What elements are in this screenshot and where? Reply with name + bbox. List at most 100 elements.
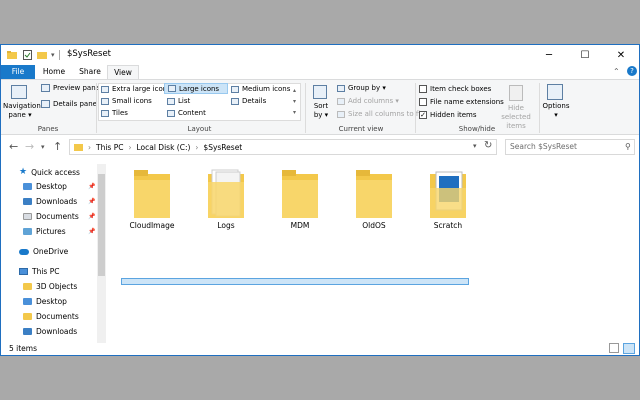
layout-extra-large-icons[interactable]: Extra large icons bbox=[101, 85, 171, 93]
hidden-items-checkbox[interactable]: ✓ bbox=[419, 111, 427, 119]
breadcrumb-local-disk[interactable]: Local Disk (C:) bbox=[136, 143, 190, 152]
preview-pane-button[interactable]: Preview pane bbox=[41, 84, 100, 92]
medium-icons-icon bbox=[231, 85, 239, 93]
folder-with-document-icon bbox=[430, 168, 466, 218]
add-columns-label: Add columns ▾ bbox=[348, 97, 399, 105]
folder-icon bbox=[282, 168, 318, 218]
layout-details[interactable]: Details bbox=[231, 97, 266, 105]
size-columns-label: Size all columns to fit bbox=[348, 110, 424, 118]
properties-icon[interactable] bbox=[23, 49, 33, 61]
sidebar-item-3d-objects[interactable]: 3D Objects bbox=[23, 282, 77, 291]
details-icon bbox=[231, 97, 239, 105]
extra-large-icons-icon bbox=[101, 85, 109, 93]
minimize-button[interactable]: ─ bbox=[531, 45, 567, 65]
pin-icon: 📌 bbox=[88, 198, 96, 205]
folder-name: MDM bbox=[290, 221, 310, 230]
sort-by-label: Sort bbox=[313, 102, 329, 110]
sidebar-item-documents[interactable]: Documents bbox=[23, 212, 79, 221]
sidebar-item-quick-access[interactable]: ★ Quick access bbox=[19, 167, 80, 177]
sidebar-item-onedrive[interactable]: OneDrive bbox=[19, 247, 68, 256]
layout-list[interactable]: List bbox=[167, 97, 190, 105]
maximize-button[interactable]: ☐ bbox=[567, 45, 603, 65]
file-name-extensions-toggle[interactable]: File name extensions bbox=[419, 98, 504, 106]
window-title: $SysReset bbox=[67, 49, 112, 59]
item-check-boxes-checkbox[interactable] bbox=[419, 85, 427, 93]
details-view-icon[interactable] bbox=[609, 343, 619, 353]
folder-name: OldOS bbox=[362, 221, 386, 230]
folder-name: Logs bbox=[217, 221, 235, 230]
file-name-extensions-checkbox[interactable] bbox=[419, 98, 427, 106]
navigation-pane: ★ Quick access Desktop 📌 Downloads 📌 Doc… bbox=[1, 164, 107, 343]
sidebar-item-label: 3D Objects bbox=[36, 282, 78, 291]
navigation-pane-label-2: pane ▾ bbox=[8, 111, 32, 119]
recent-locations-button[interactable]: ▾ bbox=[41, 143, 45, 151]
address-bar[interactable]: › This PC › Local Disk (C:) › $SysReset … bbox=[69, 139, 497, 155]
tab-view[interactable]: View bbox=[107, 65, 139, 79]
layout-scroll-arrows[interactable]: ▴ ▾ ▾ bbox=[293, 85, 296, 118]
item-check-boxes-toggle[interactable]: Item check boxes bbox=[419, 85, 491, 93]
folder-item-cloudimage[interactable]: CloudImage bbox=[120, 168, 184, 230]
search-input[interactable]: Search $SysReset bbox=[505, 139, 635, 155]
layout-tiles[interactable]: Tiles bbox=[101, 109, 128, 117]
scrollbar-thumb[interactable] bbox=[98, 174, 105, 276]
sidebar-item-desktop-pc[interactable]: Desktop bbox=[23, 297, 67, 306]
file-name-extensions-label: File name extensions bbox=[430, 98, 504, 106]
help-icon[interactable]: ? bbox=[627, 66, 637, 76]
navigation-pane-button[interactable]: Navigation pane ▾ bbox=[3, 102, 41, 120]
folder-item-logs[interactable]: Logs bbox=[194, 168, 258, 230]
options-button[interactable]: Options ▾ bbox=[541, 102, 571, 120]
large-icons-view-icon[interactable] bbox=[623, 343, 635, 354]
sidebar-item-desktop[interactable]: Desktop bbox=[23, 182, 67, 191]
collapse-ribbon-icon[interactable]: ⌃ bbox=[613, 67, 620, 76]
details-pane-icon bbox=[41, 100, 50, 108]
layout-medium-icons[interactable]: Medium icons bbox=[231, 85, 290, 93]
navigation-pane-label: Navigation bbox=[3, 102, 41, 110]
layout-small-icons[interactable]: Small icons bbox=[101, 97, 152, 105]
tab-share[interactable]: Share bbox=[73, 65, 107, 79]
sort-by-icon bbox=[313, 85, 327, 99]
address-dropdown-icon[interactable]: ▾ bbox=[473, 142, 477, 150]
breadcrumb-sysreset[interactable]: $SysReset bbox=[203, 143, 242, 152]
back-button[interactable]: ← bbox=[9, 140, 18, 153]
sidebar-item-this-pc[interactable]: This PC bbox=[19, 267, 59, 276]
add-columns-icon bbox=[337, 97, 345, 105]
sidebar-item-label: Pictures bbox=[36, 227, 66, 236]
hidden-items-toggle[interactable]: ✓ Hidden items bbox=[419, 111, 477, 119]
sidebar-item-documents-pc[interactable]: Documents bbox=[23, 312, 79, 321]
breadcrumb-this-pc[interactable]: This PC bbox=[96, 143, 123, 152]
preview-pane-icon bbox=[41, 84, 50, 92]
refresh-icon[interactable]: ↻ bbox=[484, 140, 492, 151]
details-pane-button[interactable]: Details pane bbox=[41, 100, 97, 108]
item-count: 5 items bbox=[9, 344, 38, 353]
content-icon bbox=[167, 109, 175, 117]
options-caret: ▾ bbox=[554, 111, 558, 119]
forward-button[interactable]: → bbox=[25, 140, 34, 153]
folder-icon bbox=[356, 168, 392, 218]
tab-file[interactable]: File bbox=[1, 65, 35, 79]
folder-item-oldos[interactable]: OldOS bbox=[342, 168, 406, 230]
layout-content[interactable]: Content bbox=[167, 109, 206, 117]
group-by-button[interactable]: Group by ▾ bbox=[337, 84, 386, 92]
sort-by-button[interactable]: Sort by ▾ bbox=[309, 102, 333, 120]
sidebar-scrollbar[interactable] bbox=[97, 164, 106, 343]
tab-home[interactable]: Home bbox=[37, 65, 71, 79]
selection-rectangle bbox=[121, 278, 469, 285]
new-folder-icon[interactable] bbox=[37, 49, 47, 61]
add-columns-button[interactable]: Add columns ▾ bbox=[337, 97, 399, 105]
close-button[interactable]: ✕ bbox=[603, 45, 639, 65]
customize-toolbar-icon[interactable]: ▾ bbox=[51, 49, 55, 61]
folder-name: CloudImage bbox=[129, 221, 175, 230]
folder-item-mdm[interactable]: MDM bbox=[268, 168, 332, 230]
preview-pane-label: Preview pane bbox=[53, 84, 100, 92]
folder-item-scratch[interactable]: Scratch bbox=[416, 168, 480, 230]
size-all-columns-button[interactable]: Size all columns to fit bbox=[337, 110, 423, 118]
folder-with-files-icon bbox=[208, 168, 244, 218]
search-icon: ⚲ bbox=[625, 142, 631, 151]
layout-large-icons[interactable]: Large icons bbox=[164, 83, 228, 94]
sidebar-item-downloads[interactable]: Downloads bbox=[23, 197, 77, 206]
sidebar-item-downloads-pc[interactable]: Downloads bbox=[23, 327, 77, 336]
sidebar-item-pictures[interactable]: Pictures bbox=[23, 227, 66, 236]
group-by-icon bbox=[337, 84, 345, 92]
up-button[interactable]: ↑ bbox=[53, 140, 62, 153]
pin-icon: 📌 bbox=[88, 183, 96, 190]
